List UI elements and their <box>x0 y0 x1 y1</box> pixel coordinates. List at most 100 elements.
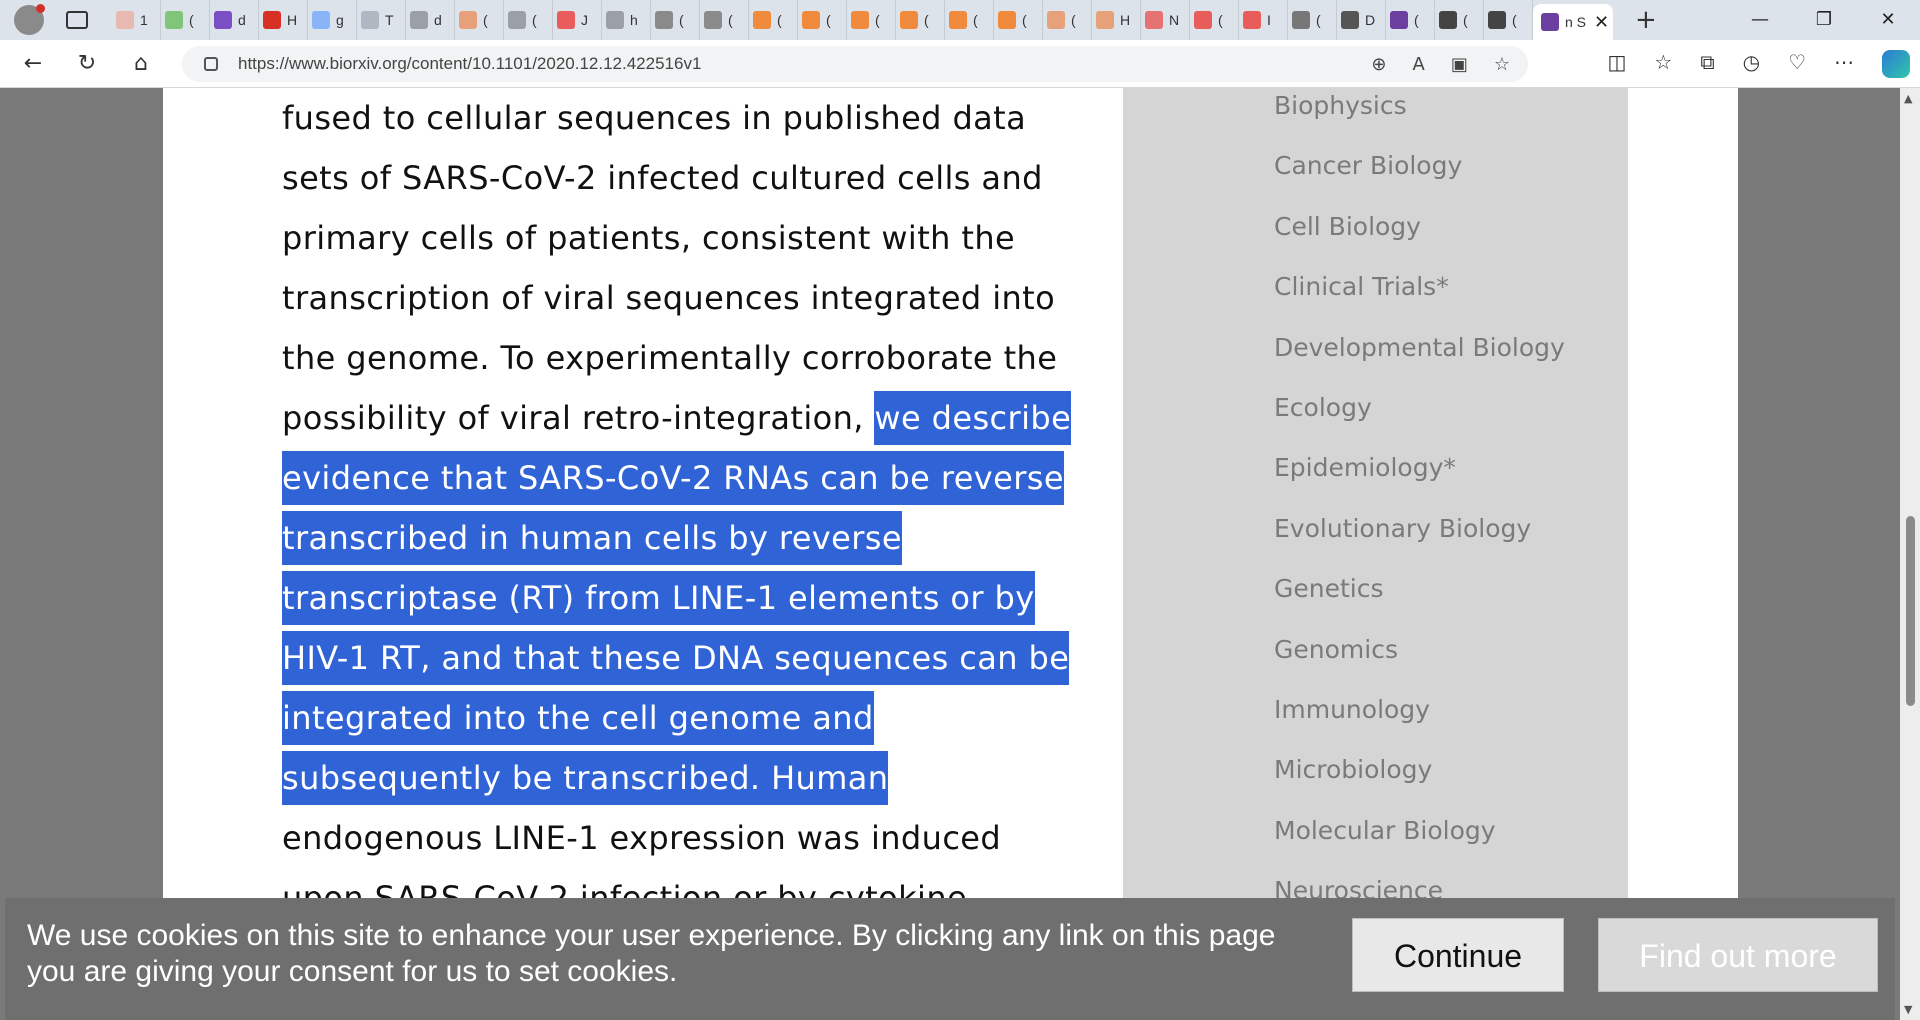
url-text[interactable]: https://www.biorxiv.org/content/10.1101/… <box>238 54 701 74</box>
browser-tab[interactable]: g <box>308 0 357 40</box>
tab-label: I <box>1267 12 1271 28</box>
browser-tab[interactable]: ( <box>749 0 798 40</box>
browser-tab[interactable]: ( <box>1288 0 1337 40</box>
text-plain: endogenous LINE-1 expression was induced <box>282 819 1002 857</box>
subject-areas-sidebar: Biophysics Cancer Biology Cell Biology Clin… <box>1123 88 1628 905</box>
subject-link[interactable]: Genomics <box>1274 620 1565 680</box>
browser-tab[interactable]: ( <box>504 0 553 40</box>
bookmark-icon <box>753 11 771 29</box>
browser-tab[interactable]: J <box>553 0 602 40</box>
minimize-button[interactable]: — <box>1728 0 1792 40</box>
lock-icon[interactable] <box>204 57 218 71</box>
subject-link[interactable]: Immunology <box>1274 680 1565 740</box>
tab-label: ( <box>483 12 488 28</box>
red-icon <box>263 11 281 29</box>
youtube-icon <box>1243 11 1261 29</box>
scroll-up-icon[interactable]: ▲ <box>1904 92 1912 105</box>
collections-icon[interactable]: ⧉ <box>1700 50 1714 78</box>
subject-link[interactable]: Biophysics <box>1274 88 1565 136</box>
browser-tab[interactable]: h <box>602 0 651 40</box>
scroll-down-icon[interactable]: ▼ <box>1904 1003 1912 1016</box>
split-screen-icon[interactable]: ◫ <box>1607 50 1626 78</box>
subject-link[interactable]: Molecular Biology <box>1274 801 1565 861</box>
tab-actions-icon[interactable] <box>66 11 88 29</box>
browser-tab[interactable]: ( <box>161 0 210 40</box>
bookmark-icon <box>900 11 918 29</box>
performance-icon[interactable]: ♡ <box>1788 50 1806 78</box>
tab-label: N <box>1169 12 1180 28</box>
immersive-reader-icon[interactable]: ▣ <box>1451 54 1468 75</box>
tab-label: h <box>630 12 638 28</box>
browser-tab[interactable]: H <box>1092 0 1141 40</box>
subject-link[interactable]: Developmental Biology <box>1274 318 1565 378</box>
browser-tab[interactable]: ( <box>896 0 945 40</box>
browser-tab[interactable]: H <box>259 0 308 40</box>
more-menu-icon[interactable]: ⋯ <box>1834 50 1854 78</box>
favorite-star-icon[interactable]: ☆ <box>1494 54 1510 75</box>
browser-tab[interactable]: ( <box>945 0 994 40</box>
address-bar[interactable]: https://www.biorxiv.org/content/10.1101/… <box>182 46 1528 82</box>
close-tab-icon[interactable]: ✕ <box>1594 12 1609 33</box>
tab-label: ( <box>924 12 929 28</box>
text-line: the genome. To experimentally corroborat… <box>282 328 1057 388</box>
mail-icon <box>1390 11 1408 29</box>
browser-tab[interactable]: ( <box>1190 0 1239 40</box>
browser-tab[interactable]: ( <box>1043 0 1092 40</box>
browser-tab[interactable]: I <box>1239 0 1288 40</box>
active-tab[interactable]: n S ✕ <box>1533 4 1613 40</box>
article-abstract: fused to cellular sequences in published… <box>282 88 1072 928</box>
browser-tab[interactable]: ( <box>994 0 1043 40</box>
subject-link[interactable]: Cancer Biology <box>1274 136 1565 196</box>
bookmark-icon <box>1096 11 1114 29</box>
text-line: HIV-1 RT, and that these DNA sequences c… <box>282 628 1070 688</box>
tag-icon <box>1341 11 1359 29</box>
tab-label: ( <box>1316 12 1321 28</box>
browser-tab[interactable]: 1 <box>112 0 161 40</box>
page-scrollbar[interactable]: ▲ ▼ <box>1900 88 1920 1020</box>
browser-tab[interactable]: ( <box>700 0 749 40</box>
tab-label: D <box>1365 12 1376 28</box>
copilot-icon[interactable] <box>1882 49 1910 78</box>
close-window-button[interactable]: ✕ <box>1856 0 1920 40</box>
read-aloud-icon[interactable]: A <box>1413 54 1425 75</box>
history-icon[interactable]: ◷ <box>1743 50 1760 78</box>
subject-link[interactable]: Genetics <box>1274 559 1565 619</box>
browser-tab[interactable]: ( <box>1484 0 1533 40</box>
browser-tab[interactable]: D <box>1337 0 1386 40</box>
profile-avatar-icon[interactable] <box>14 4 45 35</box>
subject-link[interactable]: Clinical Trials* <box>1274 257 1565 317</box>
browser-tab[interactable]: N <box>1141 0 1190 40</box>
favorites-icon[interactable]: ☆ <box>1654 50 1672 78</box>
browser-tab[interactable]: ( <box>455 0 504 40</box>
browser-tab[interactable]: d <box>406 0 455 40</box>
browser-tab[interactable]: d <box>210 0 259 40</box>
text-plain: sets of SARS-CoV-2 infected cultured cel… <box>282 159 1043 197</box>
refresh-button[interactable]: ↻ <box>66 51 108 76</box>
subject-link[interactable]: Cell Biology <box>1274 197 1565 257</box>
subject-link[interactable]: Ecology <box>1274 378 1565 438</box>
browser-tab[interactable]: T <box>357 0 406 40</box>
new-tab-button[interactable]: + <box>1635 5 1657 35</box>
browser-tab[interactable]: ( <box>1435 0 1484 40</box>
browser-tab[interactable]: ( <box>847 0 896 40</box>
find-out-more-button[interactable]: Find out more <box>1598 918 1878 992</box>
home-button[interactable]: ⌂ <box>120 51 162 76</box>
active-tab-label: n S <box>1565 14 1587 30</box>
continue-button[interactable]: Continue <box>1352 918 1564 992</box>
subject-link[interactable]: Epidemiology* <box>1274 438 1565 498</box>
browser-tab[interactable]: ( <box>798 0 847 40</box>
browser-tab[interactable]: ( <box>1386 0 1435 40</box>
restore-button[interactable]: ❐ <box>1792 0 1856 40</box>
back-button[interactable]: ← <box>12 51 54 76</box>
phi-icon <box>1439 11 1457 29</box>
subject-link[interactable]: Microbiology <box>1274 740 1565 800</box>
selected-text: we describe <box>874 391 1072 445</box>
tab-label: ( <box>1512 12 1517 28</box>
zoom-icon[interactable]: ⊕ <box>1371 54 1386 75</box>
browser-tab[interactable]: ( <box>651 0 700 40</box>
window-controls: — ❐ ✕ <box>1728 0 1920 40</box>
tab-label: ( <box>826 12 831 28</box>
scrollbar-thumb[interactable] <box>1906 516 1915 706</box>
subject-link[interactable]: Evolutionary Biology <box>1274 499 1565 559</box>
web-page: fused to cellular sequences in published… <box>5 88 1895 1020</box>
